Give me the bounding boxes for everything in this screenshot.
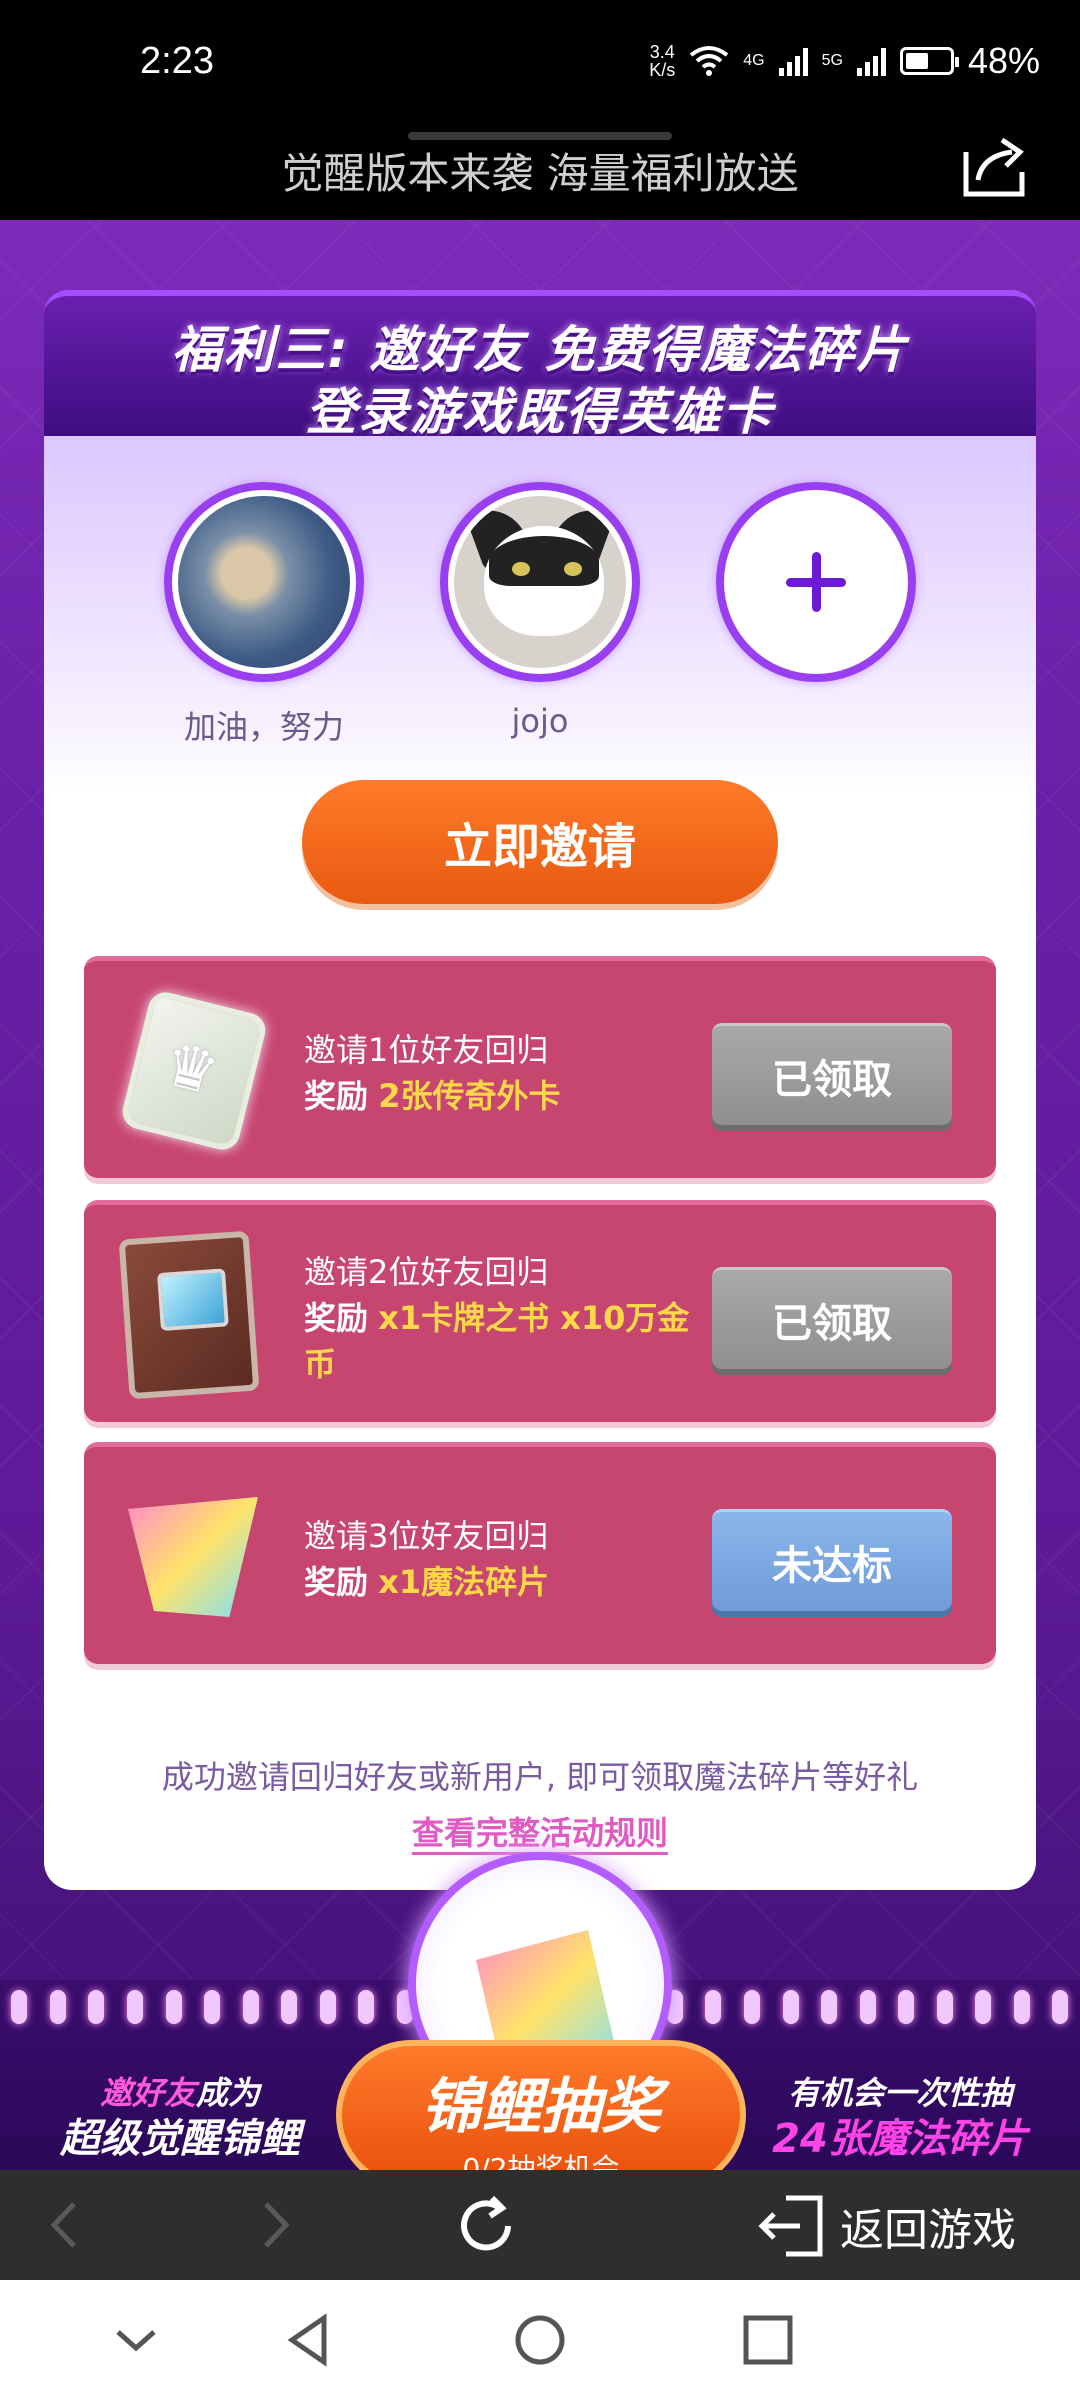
status-bar: 2:23 3.4 K/s 4G 5G 48%: [0, 0, 1080, 132]
avatar: [164, 482, 364, 682]
back-icon[interactable]: [40, 2200, 90, 2250]
legend-card-icon: [118, 988, 270, 1154]
status-icons: 3.4 K/s 4G 5G 48%: [649, 40, 1040, 82]
signal-icon-1: [778, 46, 808, 76]
invite-now-button[interactable]: 立即邀请: [302, 780, 778, 904]
forward-icon[interactable]: [250, 2200, 300, 2250]
friend-name: 加油，努力: [183, 708, 344, 746]
card-book-icon: [118, 1230, 260, 1400]
net-label-2: 5G: [821, 52, 843, 69]
web-content: 福利三: 邀好友 免费得魔法碎片 登录游戏既得英雄卡 加油，努力 jojo 立即…: [0, 220, 1080, 2170]
reward-text: 邀请3位好友回归 奖励 x1魔法碎片: [304, 1517, 550, 1601]
banner-subtitle: 登录游戏既得英雄卡: [306, 383, 774, 441]
net-label-1: 4G: [743, 52, 765, 69]
signal-icon-2: [856, 46, 886, 76]
rules-link[interactable]: 查看完整活动规则: [44, 1808, 1036, 1855]
lottery-button[interactable]: 锦鲤抽奖 0/2抽奖机会: [336, 2040, 746, 2170]
reward-row-1: 邀请1位好友回归 奖励 2张传奇外卡 已领取: [84, 956, 996, 1178]
friend-slot-2: jojo: [440, 482, 640, 740]
friend-name: jojo: [511, 702, 569, 740]
nav-recents-icon[interactable]: [738, 2310, 798, 2370]
claimed-button[interactable]: 已领取: [712, 1267, 952, 1369]
share-icon[interactable]: [960, 132, 1030, 202]
battery-icon: [899, 47, 959, 75]
browser-toolbar: 返回游戏: [0, 2170, 1080, 2280]
system-nav-bar: [0, 2280, 1080, 2400]
friend-slot-3[interactable]: [716, 482, 916, 682]
chevron-down-icon[interactable]: [106, 2310, 166, 2370]
nav-home-icon[interactable]: [510, 2310, 570, 2370]
lottery-right-text: 有机会一次性抽 24张魔法碎片: [772, 2074, 1028, 2162]
clock: 2:23: [140, 40, 214, 82]
event-banner: 福利三: 邀好友 免费得魔法碎片 登录游戏既得英雄卡: [44, 290, 1036, 441]
avatar: [440, 482, 640, 682]
page-title: 觉醒版本来袭 海量福利放送: [281, 149, 799, 198]
reward-text: 邀请1位好友回归 奖励 2张传奇外卡: [304, 1031, 561, 1115]
invite-note: 成功邀请回归好友或新用户, 即可领取魔法碎片等好礼: [161, 1758, 919, 1796]
reward-text: 邀请2位好友回归 奖励 x1卡牌之书 x10万金币: [304, 1253, 690, 1383]
battery-percent: 48%: [967, 40, 1040, 81]
lottery-left-text: 邀好友成为 超级觉醒锦鲤: [60, 2074, 300, 2162]
drag-handle[interactable]: [408, 132, 672, 140]
claimed-button[interactable]: 已领取: [712, 1023, 952, 1125]
network-speed: 3.4 K/s: [649, 42, 676, 80]
title-bar: 觉醒版本来袭 海量福利放送: [0, 132, 1080, 220]
friend-slot-1: 加油，努力: [164, 482, 364, 748]
not-reached-button[interactable]: 未达标: [712, 1509, 952, 1611]
exit-icon: [758, 2195, 823, 2257]
reward-row-2: 邀请2位好友回归 奖励 x1卡牌之书 x10万金币 已领取: [84, 1200, 996, 1422]
return-to-game-button[interactable]: 返回游戏: [756, 2194, 1016, 2258]
wifi-icon: [690, 46, 729, 76]
invite-card: 加油，努力 jojo 立即邀请 邀请1位好友回归 奖励 2张传奇外卡 已领取: [44, 436, 1036, 1890]
reload-icon[interactable]: [452, 2192, 520, 2260]
reward-row-3: 邀请3位好友回归 奖励 x1魔法碎片 未达标: [84, 1442, 996, 1664]
add-friend-icon[interactable]: [716, 482, 916, 682]
nav-back-icon[interactable]: [280, 2310, 340, 2370]
magic-shard-icon: [128, 1497, 258, 1617]
